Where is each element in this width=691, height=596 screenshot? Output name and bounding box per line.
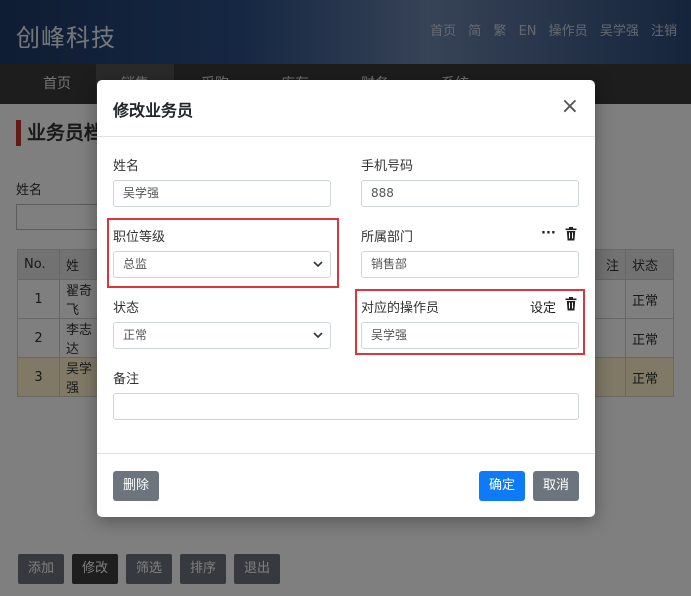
close-icon[interactable]: ×	[561, 96, 579, 118]
dialog-header: 修改业务员 ×	[97, 80, 595, 137]
confirm-button[interactable]: 确定	[479, 471, 525, 501]
operator-set-link[interactable]: 设定	[530, 297, 556, 316]
dept-input[interactable]: 销售部	[361, 251, 579, 278]
trash-icon[interactable]	[565, 297, 577, 315]
edit-salesperson-dialog: 修改业务员 × 姓名 吴学强 手机号码 888 职位等级 总监 所属部门 ···…	[97, 80, 595, 517]
status-select-value: 正常	[123, 328, 148, 342]
remark-input[interactable]	[113, 393, 579, 420]
trash-icon[interactable]	[565, 227, 577, 245]
name-label: 姓名	[113, 159, 140, 174]
dept-label: 所属部门	[361, 230, 414, 245]
chevron-down-icon	[313, 252, 323, 287]
level-label: 职位等级	[113, 230, 166, 245]
chevron-down-icon	[313, 323, 323, 358]
status-label: 状态	[113, 301, 140, 316]
status-select[interactable]: 正常	[113, 322, 331, 349]
operator-input[interactable]: 吴学强	[361, 322, 579, 349]
delete-button[interactable]: 删除	[113, 471, 159, 501]
level-select[interactable]: 总监	[113, 251, 331, 278]
more-icon[interactable]: ···	[541, 226, 556, 241]
dialog-title: 修改业务员	[113, 101, 194, 120]
cancel-button[interactable]: 取消	[533, 471, 579, 501]
phone-label: 手机号码	[361, 159, 414, 174]
dialog-footer: 删除 确定 取消	[97, 453, 595, 517]
level-select-value: 总监	[123, 257, 148, 271]
operator-label: 对应的操作员	[361, 301, 440, 316]
phone-input[interactable]: 888	[361, 180, 579, 207]
remark-label: 备注	[113, 372, 140, 387]
name-input[interactable]: 吴学强	[113, 180, 331, 207]
